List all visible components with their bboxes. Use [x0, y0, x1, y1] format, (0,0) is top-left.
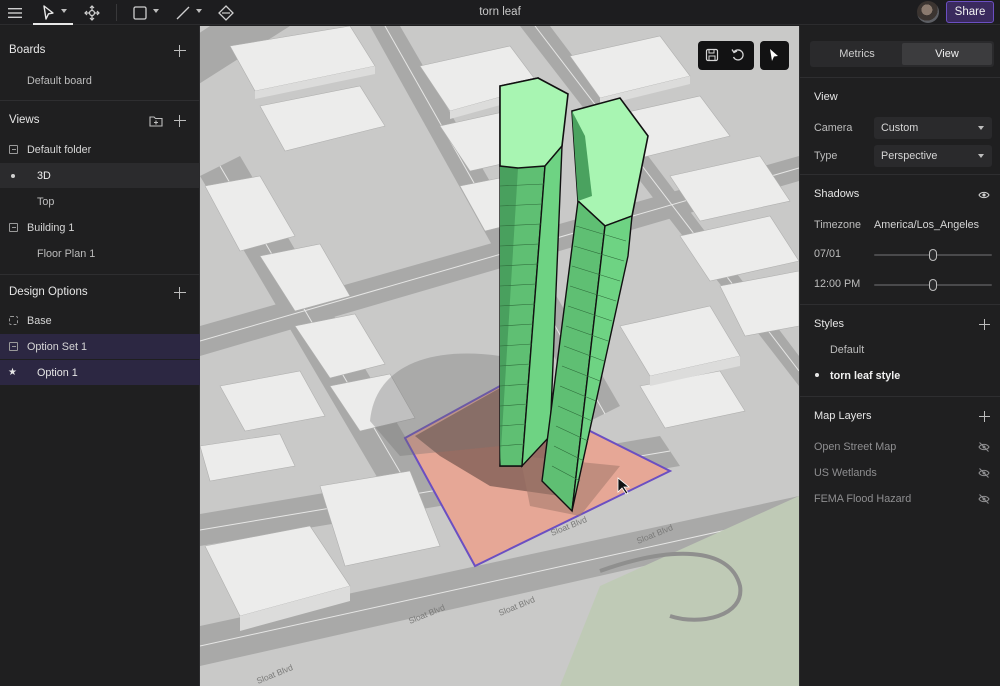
collapse-icon[interactable] [9, 145, 18, 154]
date-slider[interactable] [874, 249, 992, 261]
star-icon: ★ [8, 367, 17, 378]
active-tool-indicator [33, 23, 73, 25]
view-label: 3D [37, 169, 51, 182]
save-icon[interactable] [705, 48, 721, 64]
eye-off-icon[interactable] [978, 441, 990, 453]
map-layer-item[interactable]: Open Street Map [814, 441, 896, 453]
city-scene: Sloat Blvd Sloat Blvd Sloat Blvd Sloat B… [200, 26, 799, 686]
line-dropdown-icon[interactable] [196, 9, 202, 13]
type-select[interactable]: Perspective [874, 145, 992, 167]
option-label: Base [27, 314, 52, 327]
eye-off-icon[interactable] [978, 493, 990, 505]
document-title: torn leaf [479, 6, 521, 18]
add-style-icon[interactable] [979, 319, 990, 330]
avatar[interactable] [917, 1, 939, 23]
tree-folder-building[interactable]: Building 1 [0, 215, 200, 240]
divider [0, 100, 200, 101]
divider [800, 174, 1000, 175]
fill-icon[interactable] [216, 2, 236, 23]
option-label: Option 1 [37, 366, 78, 379]
panel-tabs: Metrics View [810, 41, 994, 67]
folder-label: Building 1 [27, 221, 75, 234]
line-icon[interactable] [174, 2, 192, 23]
map-layer-item[interactable]: US Wetlands [814, 467, 877, 479]
tab-metrics[interactable]: Metrics [812, 43, 902, 65]
view-item-top[interactable]: Top [0, 189, 200, 214]
selected-dot-icon [11, 173, 15, 178]
type-label: Type [814, 150, 838, 162]
style-item-active[interactable]: torn leaf style [830, 370, 900, 382]
date-slider-handle[interactable] [929, 249, 937, 261]
date-label: 07/01 [814, 248, 842, 260]
add-view-icon[interactable] [174, 115, 186, 127]
time-slider[interactable] [874, 279, 992, 291]
divider [0, 274, 200, 275]
left-panel: Boards Default board Views Default folde… [0, 26, 200, 686]
view-heading: View [814, 91, 838, 103]
menu-icon[interactable] [6, 2, 24, 23]
base-icon [9, 316, 18, 325]
view-item-floor-plan[interactable]: Floor Plan 1 [0, 241, 200, 266]
board-label: Default board [27, 74, 92, 87]
styles-heading: Styles [814, 318, 844, 330]
camera-label: Camera [814, 122, 853, 134]
time-label: 12:00 PM [814, 278, 861, 290]
toolbar-divider [116, 4, 117, 21]
shadows-heading: Shadows [814, 188, 860, 200]
add-design-option-icon[interactable] [174, 287, 186, 299]
map-layers-heading: Map Layers [814, 410, 872, 422]
divider [800, 77, 1000, 78]
design-options-heading: Design Options [9, 286, 88, 298]
camera-select[interactable]: Custom [874, 117, 992, 139]
timezone-label: Timezone [814, 219, 862, 231]
design-option-set[interactable]: Option Set 1 [0, 334, 200, 359]
list-item-board[interactable]: Default board [0, 68, 200, 93]
3d-viewport[interactable]: Sloat Blvd Sloat Blvd Sloat Blvd Sloat B… [200, 26, 799, 686]
style-item[interactable]: Default [830, 344, 864, 356]
undo-icon[interactable] [731, 48, 747, 64]
boards-heading: Boards [9, 44, 46, 56]
right-panel: Metrics View View Camera Custom Type Per… [799, 26, 1000, 686]
design-option-item[interactable]: ★ Option 1 [0, 360, 200, 385]
rectangle-icon[interactable] [131, 2, 149, 23]
timezone-value[interactable]: America/Los_Angeles [874, 219, 979, 231]
option-label: Option Set 1 [27, 340, 88, 353]
select-dropdown-icon[interactable] [61, 9, 67, 13]
add-map-layer-icon[interactable] [979, 411, 990, 422]
divider [800, 304, 1000, 305]
tree-folder-default[interactable]: Default folder [0, 137, 200, 162]
new-folder-icon[interactable] [149, 115, 163, 127]
collapse-icon[interactable] [9, 342, 18, 351]
share-button[interactable]: Share [946, 1, 994, 23]
orbit-icon[interactable] [82, 2, 102, 23]
time-slider-handle[interactable] [929, 279, 937, 291]
rectangle-dropdown-icon[interactable] [153, 9, 159, 13]
collapse-icon[interactable] [9, 223, 18, 232]
eye-off-icon[interactable] [978, 467, 990, 479]
pointer-icon [767, 48, 783, 64]
pointer-tool-button[interactable] [760, 41, 789, 70]
design-option-base[interactable]: Base [0, 308, 200, 333]
eye-icon[interactable] [978, 189, 990, 201]
active-style-dot-icon [815, 373, 819, 377]
view-label: Top [37, 195, 55, 208]
view-label: Floor Plan 1 [37, 247, 96, 260]
add-board-icon[interactable] [174, 45, 186, 57]
views-heading: Views [9, 114, 40, 126]
viewport-toolbar [698, 41, 754, 70]
view-item-3d[interactable]: 3D [0, 163, 200, 188]
tab-view[interactable]: View [902, 43, 992, 65]
top-toolbar: torn leaf Share [0, 0, 1000, 25]
folder-label: Default folder [27, 143, 92, 156]
select-arrow-icon[interactable] [38, 2, 58, 23]
map-layer-item[interactable]: FEMA Flood Hazard [814, 493, 911, 505]
divider [800, 396, 1000, 397]
